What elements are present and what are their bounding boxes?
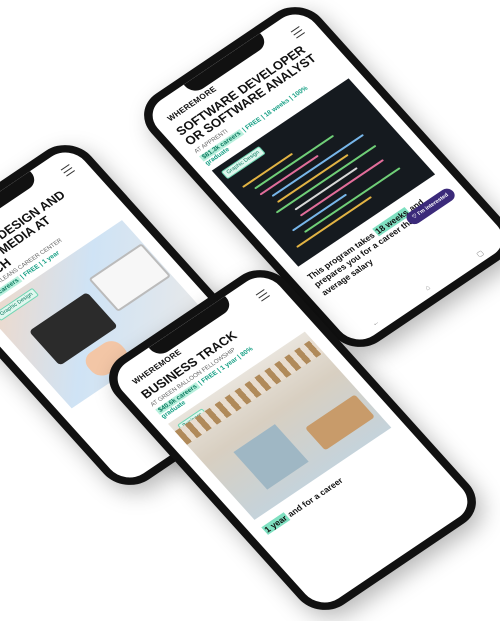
home-icon[interactable]: ⌂: [424, 285, 433, 293]
table-shape: [304, 394, 375, 451]
laptop-shape: [88, 243, 172, 313]
hamburger-menu-icon[interactable]: [60, 164, 76, 177]
hamburger-menu-icon[interactable]: [255, 289, 271, 302]
category-chip[interactable]: Graphic Design: [0, 288, 40, 322]
hamburger-menu-icon[interactable]: [290, 26, 306, 39]
window-shape: [233, 423, 309, 490]
recent-apps-icon[interactable]: ▢: [475, 249, 485, 259]
back-icon[interactable]: ←: [371, 319, 382, 329]
